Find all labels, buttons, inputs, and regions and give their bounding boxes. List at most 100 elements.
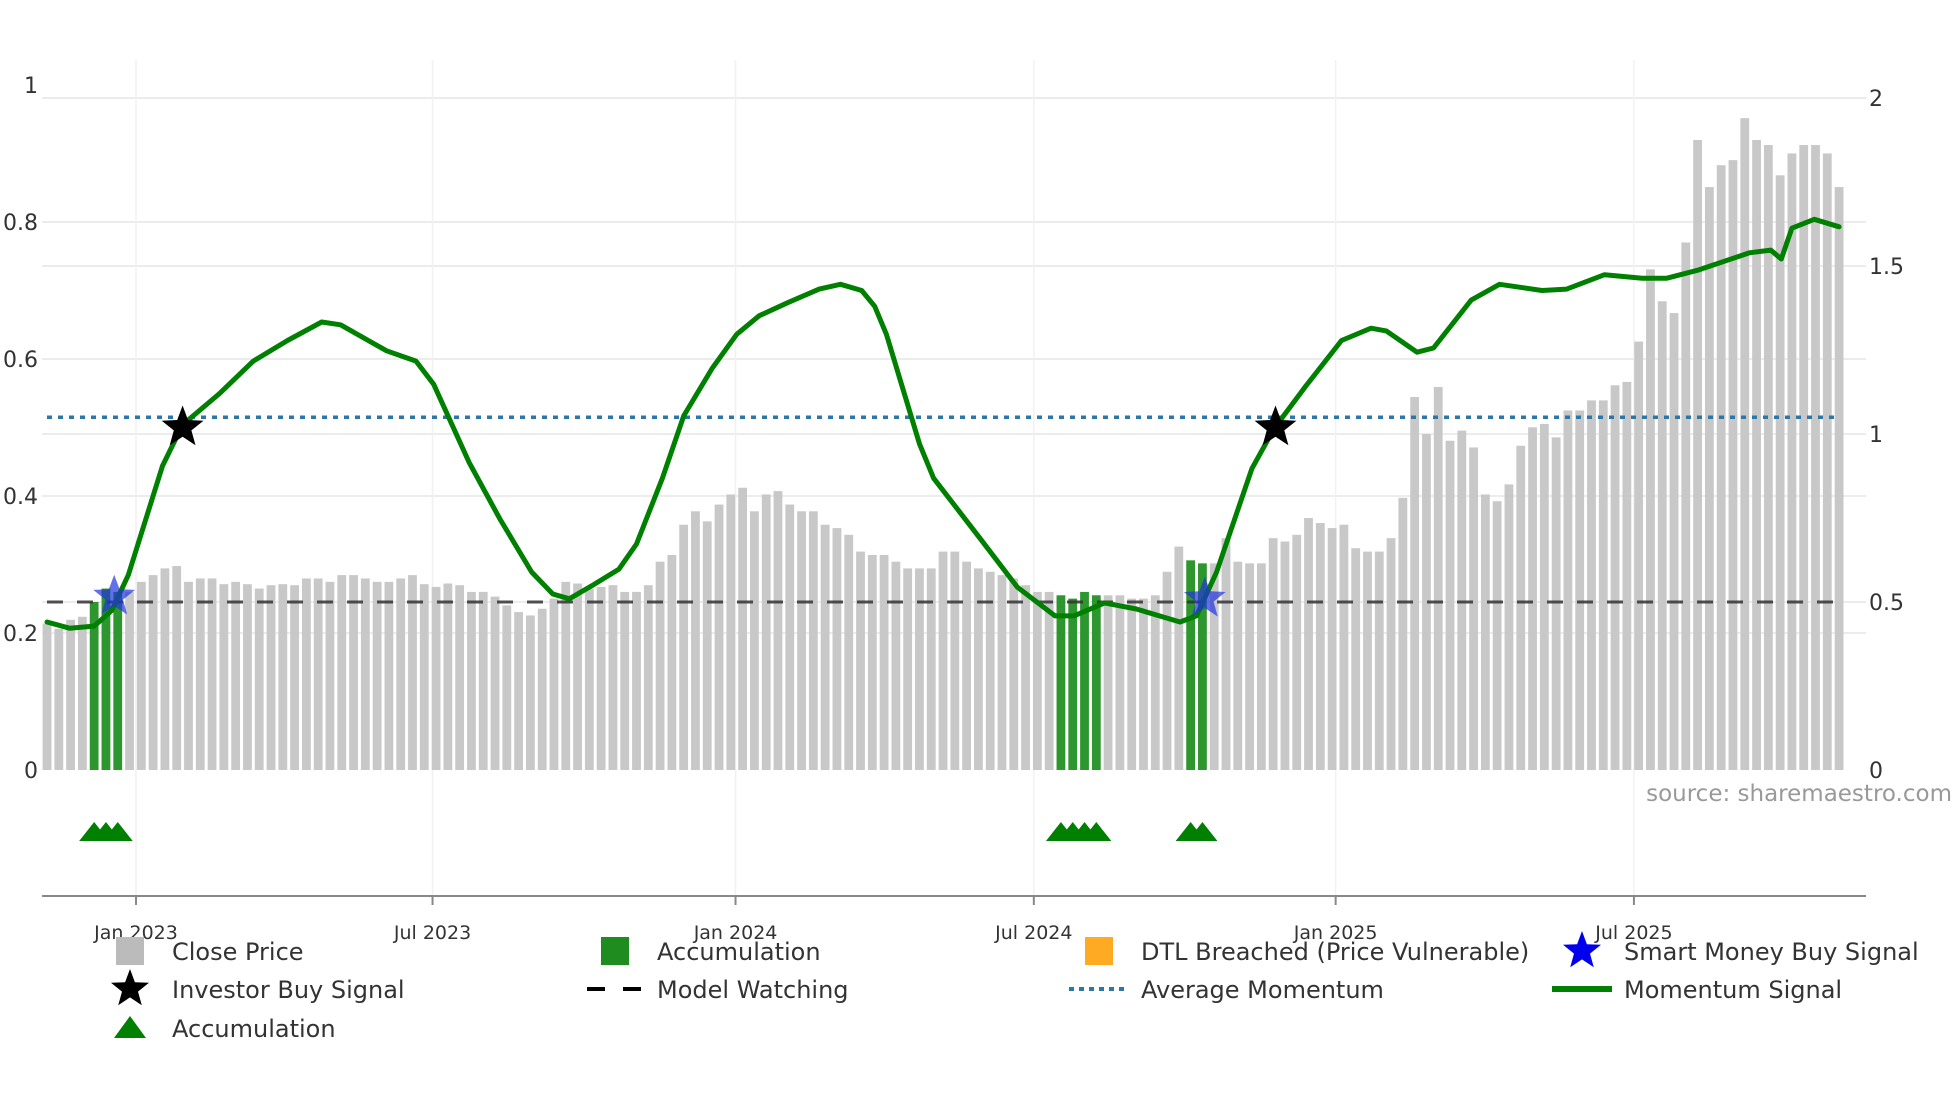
price-bar xyxy=(1834,187,1844,771)
price-bar xyxy=(301,578,311,770)
price-bar xyxy=(349,575,358,770)
y-left-tick-label: 0.4 xyxy=(3,485,38,510)
price-bar xyxy=(1551,437,1561,770)
price-bar xyxy=(950,551,960,770)
legend-item: Investor Buy Signal xyxy=(111,969,405,1006)
price-bar xyxy=(1150,595,1160,770)
momentum-chart: Jan 2023 Jul 2023 Jan 2024 Jul 2024 Jan 2025… xyxy=(3,60,1952,1043)
price-bar xyxy=(832,528,842,770)
price-bar xyxy=(325,581,335,770)
price-bar xyxy=(1587,400,1596,770)
price-bar xyxy=(1775,175,1785,770)
price-bar xyxy=(502,605,512,770)
price-bar xyxy=(1445,440,1455,770)
accumulation-bar xyxy=(1056,595,1066,770)
price-bar xyxy=(1516,445,1526,770)
price-bar xyxy=(1610,385,1620,770)
price-bar xyxy=(1752,140,1761,770)
price-bar xyxy=(915,568,924,770)
price-bar xyxy=(1233,561,1243,770)
price-bar xyxy=(337,575,347,770)
legend-swatch-icon xyxy=(1085,937,1113,965)
legend-triangle-icon xyxy=(114,1016,146,1038)
price-bar xyxy=(808,511,818,770)
price-bar xyxy=(632,591,641,770)
price-bar xyxy=(714,504,724,770)
price-bar xyxy=(136,581,146,770)
legend-label: Investor Buy Signal xyxy=(172,976,405,1004)
price-bar xyxy=(266,585,276,770)
price-bar xyxy=(584,588,594,770)
price-bar xyxy=(1292,534,1302,770)
legend-label: Average Momentum xyxy=(1141,976,1384,1004)
legend-item: Accumulation xyxy=(114,1015,336,1043)
legend-star-icon xyxy=(111,969,149,1006)
price-bar xyxy=(561,581,571,770)
legend-label: Model Watching xyxy=(657,976,849,1004)
price-bar xyxy=(1280,541,1290,770)
y-right-tick-label: 1 xyxy=(1869,423,1883,448)
x-tick-label: Jul 2024 xyxy=(994,922,1072,944)
legend-item: DTL Breached (Price Vulnerable) xyxy=(1085,937,1529,966)
source-label: source: sharemaestro.com xyxy=(1646,781,1952,807)
price-bar xyxy=(1657,301,1667,770)
price-bar xyxy=(1492,501,1502,770)
price-bar xyxy=(207,578,217,770)
price-bar xyxy=(856,551,865,770)
legend-swatch-icon xyxy=(116,937,144,965)
price-bar xyxy=(1044,591,1054,770)
price-bar xyxy=(148,575,158,770)
price-bar xyxy=(1799,145,1809,771)
price-bar xyxy=(726,494,736,770)
price-bar xyxy=(219,584,229,770)
legend-swatch-icon xyxy=(601,937,629,965)
price-bar xyxy=(254,588,264,770)
price-bar xyxy=(243,584,252,770)
price-bar xyxy=(1256,563,1266,770)
price-bar xyxy=(160,568,170,770)
price-bar xyxy=(962,561,972,770)
price-bar xyxy=(1528,427,1537,770)
accumulation-bar xyxy=(1068,598,1078,770)
price-bar xyxy=(419,584,429,770)
price-bar xyxy=(1363,551,1372,770)
price-bar xyxy=(1304,518,1313,770)
price-bar xyxy=(1763,145,1773,771)
price-bar xyxy=(797,511,806,770)
price-bar xyxy=(903,568,913,770)
price-bar xyxy=(1669,313,1679,770)
price-bar xyxy=(738,487,748,770)
price-bar xyxy=(1327,528,1337,770)
price-bar xyxy=(1457,430,1467,770)
price-bar xyxy=(172,566,182,770)
price-bar xyxy=(549,598,559,770)
price-bar xyxy=(1315,523,1325,770)
y-right-tick-label: 1.5 xyxy=(1869,255,1904,280)
price-bar xyxy=(761,494,771,770)
price-bar xyxy=(1575,410,1585,770)
price-bar xyxy=(820,524,830,770)
price-bar xyxy=(1716,165,1726,770)
price-bar xyxy=(537,608,547,770)
price-bar xyxy=(1174,546,1184,770)
price-bar xyxy=(1245,563,1254,770)
price-bar xyxy=(1646,269,1655,770)
legend-label: Momentum Signal xyxy=(1624,976,1842,1004)
y-left-tick-label: 0 xyxy=(24,759,38,784)
legend-item: Average Momentum xyxy=(1069,976,1384,1004)
legend-item: Accumulation xyxy=(601,937,821,966)
price-bar xyxy=(195,578,205,770)
price-bar xyxy=(396,578,406,770)
price-bar xyxy=(443,583,453,770)
accumulation-bar xyxy=(113,591,123,770)
accumulation-bar xyxy=(1080,591,1089,770)
price-bar xyxy=(1021,585,1030,770)
price-bar xyxy=(1787,153,1797,770)
price-bar xyxy=(66,619,75,770)
legend-label: Smart Money Buy Signal xyxy=(1624,938,1919,966)
price-bar xyxy=(1009,578,1019,770)
price-bar xyxy=(42,623,52,770)
legend: Close Price Accumulation DTL Breached (Pri… xyxy=(111,931,1919,1043)
price-bar xyxy=(926,568,936,770)
y-left-tick-label: 0.6 xyxy=(3,348,38,373)
